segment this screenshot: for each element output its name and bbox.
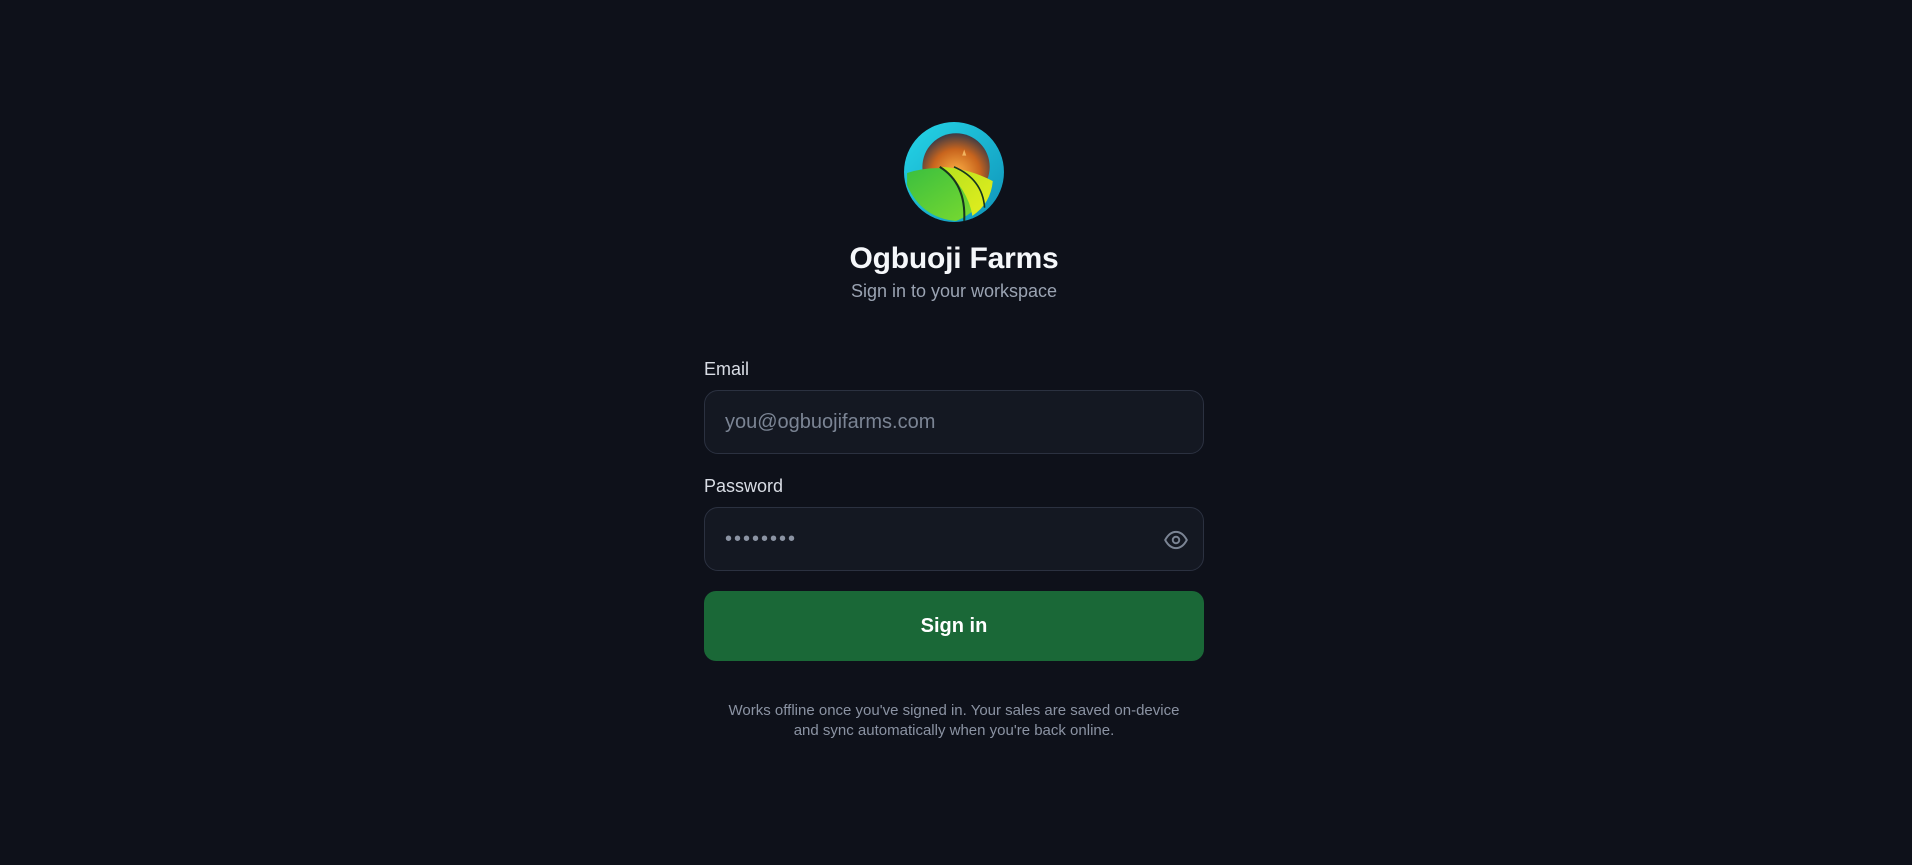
password-label: Password [704, 476, 784, 496]
login-card: Ogbuoji Farms Sign in to your workspace … [704, 122, 1204, 741]
email-field-container [704, 390, 1204, 454]
offline-note-line-2: and sync automatically when you're back … [793, 722, 1115, 739]
email-input[interactable] [705, 391, 1203, 453]
brand-name: Ogbuoji Farms [849, 242, 1059, 275]
password-field-container [704, 507, 1204, 571]
brand-subtitle: Sign in to your workspace [850, 281, 1058, 301]
login-page: Ogbuoji Farms Sign in to your workspace … [0, 0, 1912, 865]
farm-logo-icon [904, 122, 1004, 222]
email-label: Email [704, 359, 750, 379]
offline-note: Works offline once you've signed in. You… [704, 701, 1204, 741]
eye-icon[interactable] [1163, 527, 1189, 553]
password-input[interactable] [705, 508, 1203, 570]
offline-note-line-1: Works offline once you've signed in. You… [728, 702, 1180, 719]
sign-in-button[interactable]: Sign in [704, 591, 1204, 661]
